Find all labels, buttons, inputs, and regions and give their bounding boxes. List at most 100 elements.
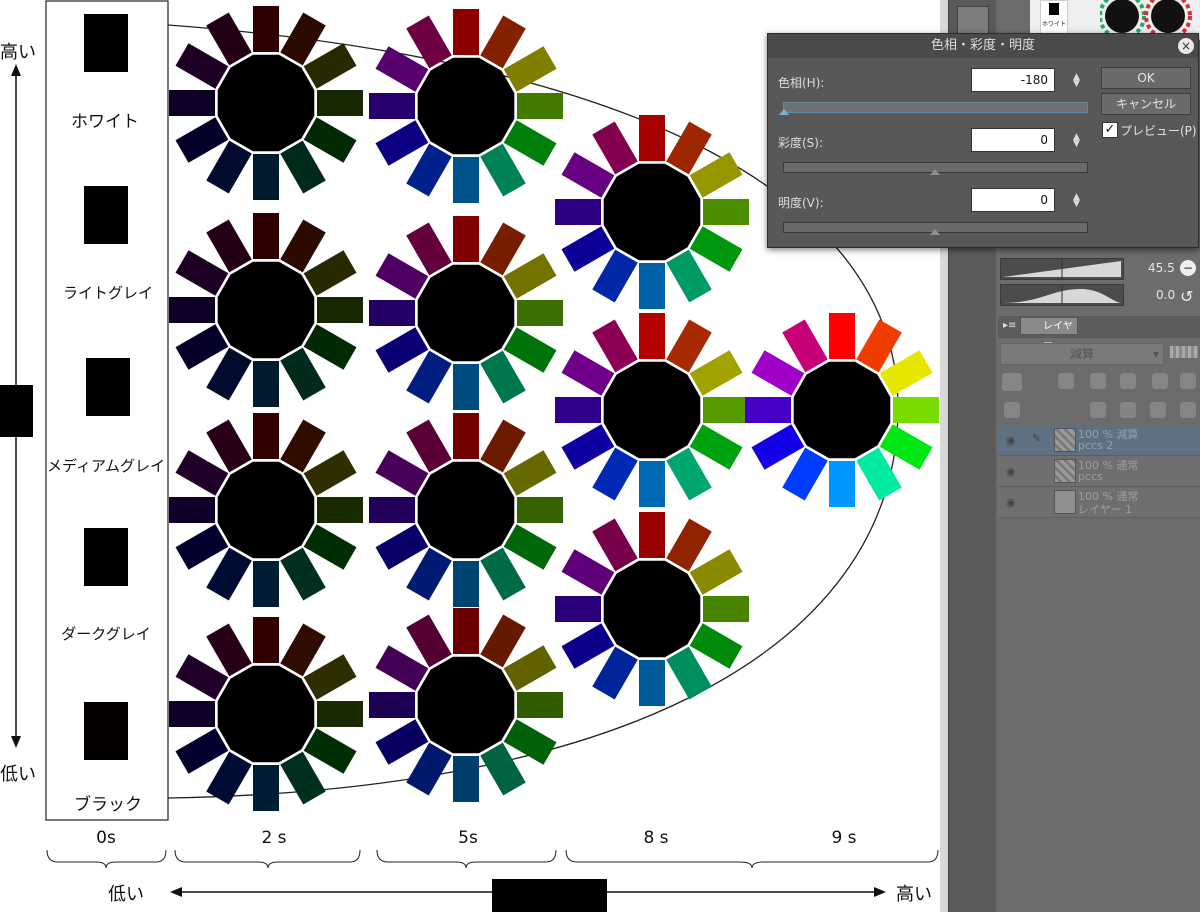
preview-label: プレビュー(P) <box>1120 124 1197 138</box>
hue-segment <box>829 313 855 359</box>
reference-icon[interactable] <box>1090 373 1106 389</box>
layer-color-icon[interactable] <box>1002 373 1022 391</box>
column-label: 0s <box>96 828 116 848</box>
hue-segment <box>317 701 363 727</box>
pen-icon[interactable]: ✎ <box>1032 432 1041 445</box>
cancel-button[interactable]: キャンセル <box>1101 93 1191 115</box>
hue-segment <box>375 524 429 570</box>
layer-name-label: pccs 2 <box>1078 439 1114 452</box>
opacity-bar[interactable] <box>1170 346 1198 358</box>
hue-segment <box>453 561 479 607</box>
value-axis-arrow-down <box>11 736 21 748</box>
hue-segment <box>503 327 557 373</box>
draft-icon[interactable] <box>1120 373 1136 389</box>
ok-button[interactable]: OK <box>1101 67 1191 89</box>
hue-segment <box>175 250 229 296</box>
hue-segment <box>206 347 252 401</box>
hue-spinner[interactable]: ▲ ▼ <box>1073 73 1080 89</box>
brightness-slider-thumb[interactable] <box>930 229 940 235</box>
hue-wheel-center <box>793 361 891 459</box>
saturation-input[interactable] <box>971 128 1055 152</box>
thumbnail-label: ホワイト <box>1041 21 1066 28</box>
hue-segment <box>453 364 479 410</box>
hue-segment <box>175 654 229 700</box>
tab-layer[interactable]: レイヤー <box>1020 317 1078 350</box>
hue-segment <box>561 623 615 669</box>
hue-segment <box>406 547 452 601</box>
column-brace-5s <box>376 849 557 869</box>
hue-segment <box>592 249 638 303</box>
saturation-axis-right-label: 高い <box>896 884 932 905</box>
eye-icon[interactable]: ◉ <box>1006 465 1016 478</box>
hue-segment <box>317 297 363 323</box>
layer-row[interactable]: ◉ ✎ 100 % 減算 pccs 2 <box>998 425 1200 456</box>
hue-wheel <box>555 512 749 706</box>
gray-swatch-black <box>84 702 128 760</box>
hue-segment <box>503 120 557 166</box>
hue-segment <box>253 6 279 52</box>
layer-row[interactable]: ◉ 100 % 通常 レイヤー 1 <box>998 487 1200 518</box>
hue-segment <box>280 623 326 677</box>
hue-segment <box>206 623 252 677</box>
hue-slider-thumb[interactable] <box>779 109 789 115</box>
gray-label: メディアムグレイ <box>47 457 165 475</box>
lock-icon[interactable] <box>1152 373 1168 389</box>
duplicate-layer-icon[interactable] <box>1150 402 1166 418</box>
layer-row[interactable]: ◉ 100 % 通常 pccs <box>998 456 1200 487</box>
eye-icon[interactable]: ◉ <box>1006 434 1016 447</box>
hue-segment <box>517 93 563 119</box>
hue-segment <box>592 646 638 700</box>
hue-segment <box>253 361 279 407</box>
saturation-slider[interactable] <box>783 162 1088 175</box>
layer-stack-icon[interactable] <box>1004 402 1020 418</box>
panel-menu-icon[interactable]: ▸≡ <box>1003 320 1016 331</box>
hue-wheel-center <box>417 461 515 559</box>
hue-segment <box>745 397 791 423</box>
hue-segment <box>480 614 526 668</box>
hue-segment <box>280 140 326 194</box>
gray-label: ライトグレイ <box>62 284 154 302</box>
brightness-slider[interactable] <box>783 222 1088 235</box>
hue-segment <box>369 93 415 119</box>
clip-icon[interactable] <box>1058 373 1074 389</box>
hue-segment <box>517 692 563 718</box>
brush-size-slider[interactable] <box>1000 258 1124 280</box>
merge-down-icon[interactable] <box>1180 402 1196 418</box>
brush-angle-slider[interactable] <box>1000 284 1124 306</box>
brightness-input[interactable] <box>971 188 1055 212</box>
new-vector-layer-icon[interactable] <box>1120 402 1136 418</box>
hue-slider[interactable] <box>779 102 1088 115</box>
lock-alpha-icon[interactable] <box>1180 373 1196 389</box>
gray-swatch-dark <box>84 528 128 586</box>
brightness-spinner[interactable]: ▲ ▼ <box>1073 193 1080 209</box>
close-icon[interactable]: × <box>1178 38 1194 54</box>
saturation-axis-arrow-right <box>874 887 886 897</box>
eye-icon[interactable]: ◉ <box>1006 496 1016 509</box>
hue-segment <box>503 645 557 691</box>
hue-wheel <box>555 313 749 507</box>
rotate-icon[interactable]: ↺ <box>1180 287 1193 306</box>
hue-segment <box>280 347 326 401</box>
hue-segment <box>689 623 743 669</box>
hue-segment <box>689 549 743 595</box>
hue-input[interactable] <box>971 68 1055 92</box>
saturation-slider-thumb[interactable] <box>930 169 940 175</box>
gray-label: ダークグレイ <box>61 625 151 643</box>
hue-segment <box>206 419 252 473</box>
hue-segment <box>280 419 326 473</box>
hue-segment <box>375 253 429 299</box>
hue-segment <box>666 646 712 700</box>
hue-segment <box>253 617 279 663</box>
new-layer-icon[interactable] <box>1090 402 1106 418</box>
layer-name-label: レイヤー 1 <box>1078 503 1133 516</box>
hue-segment <box>751 424 805 470</box>
minus-icon[interactable]: − <box>1180 260 1196 276</box>
hue-segment <box>480 547 526 601</box>
saturation-spinner[interactable]: ▲ ▼ <box>1073 133 1080 149</box>
gray-label: ブラック <box>74 795 142 815</box>
hue-segment <box>561 424 615 470</box>
dialog-title[interactable]: 色相・彩度・明度 <box>768 34 1198 58</box>
hue-segment <box>175 728 229 774</box>
blend-mode-select[interactable]: 減算 ▾ <box>1000 343 1164 365</box>
preview-checkbox[interactable]: ✓ <box>1102 122 1118 138</box>
